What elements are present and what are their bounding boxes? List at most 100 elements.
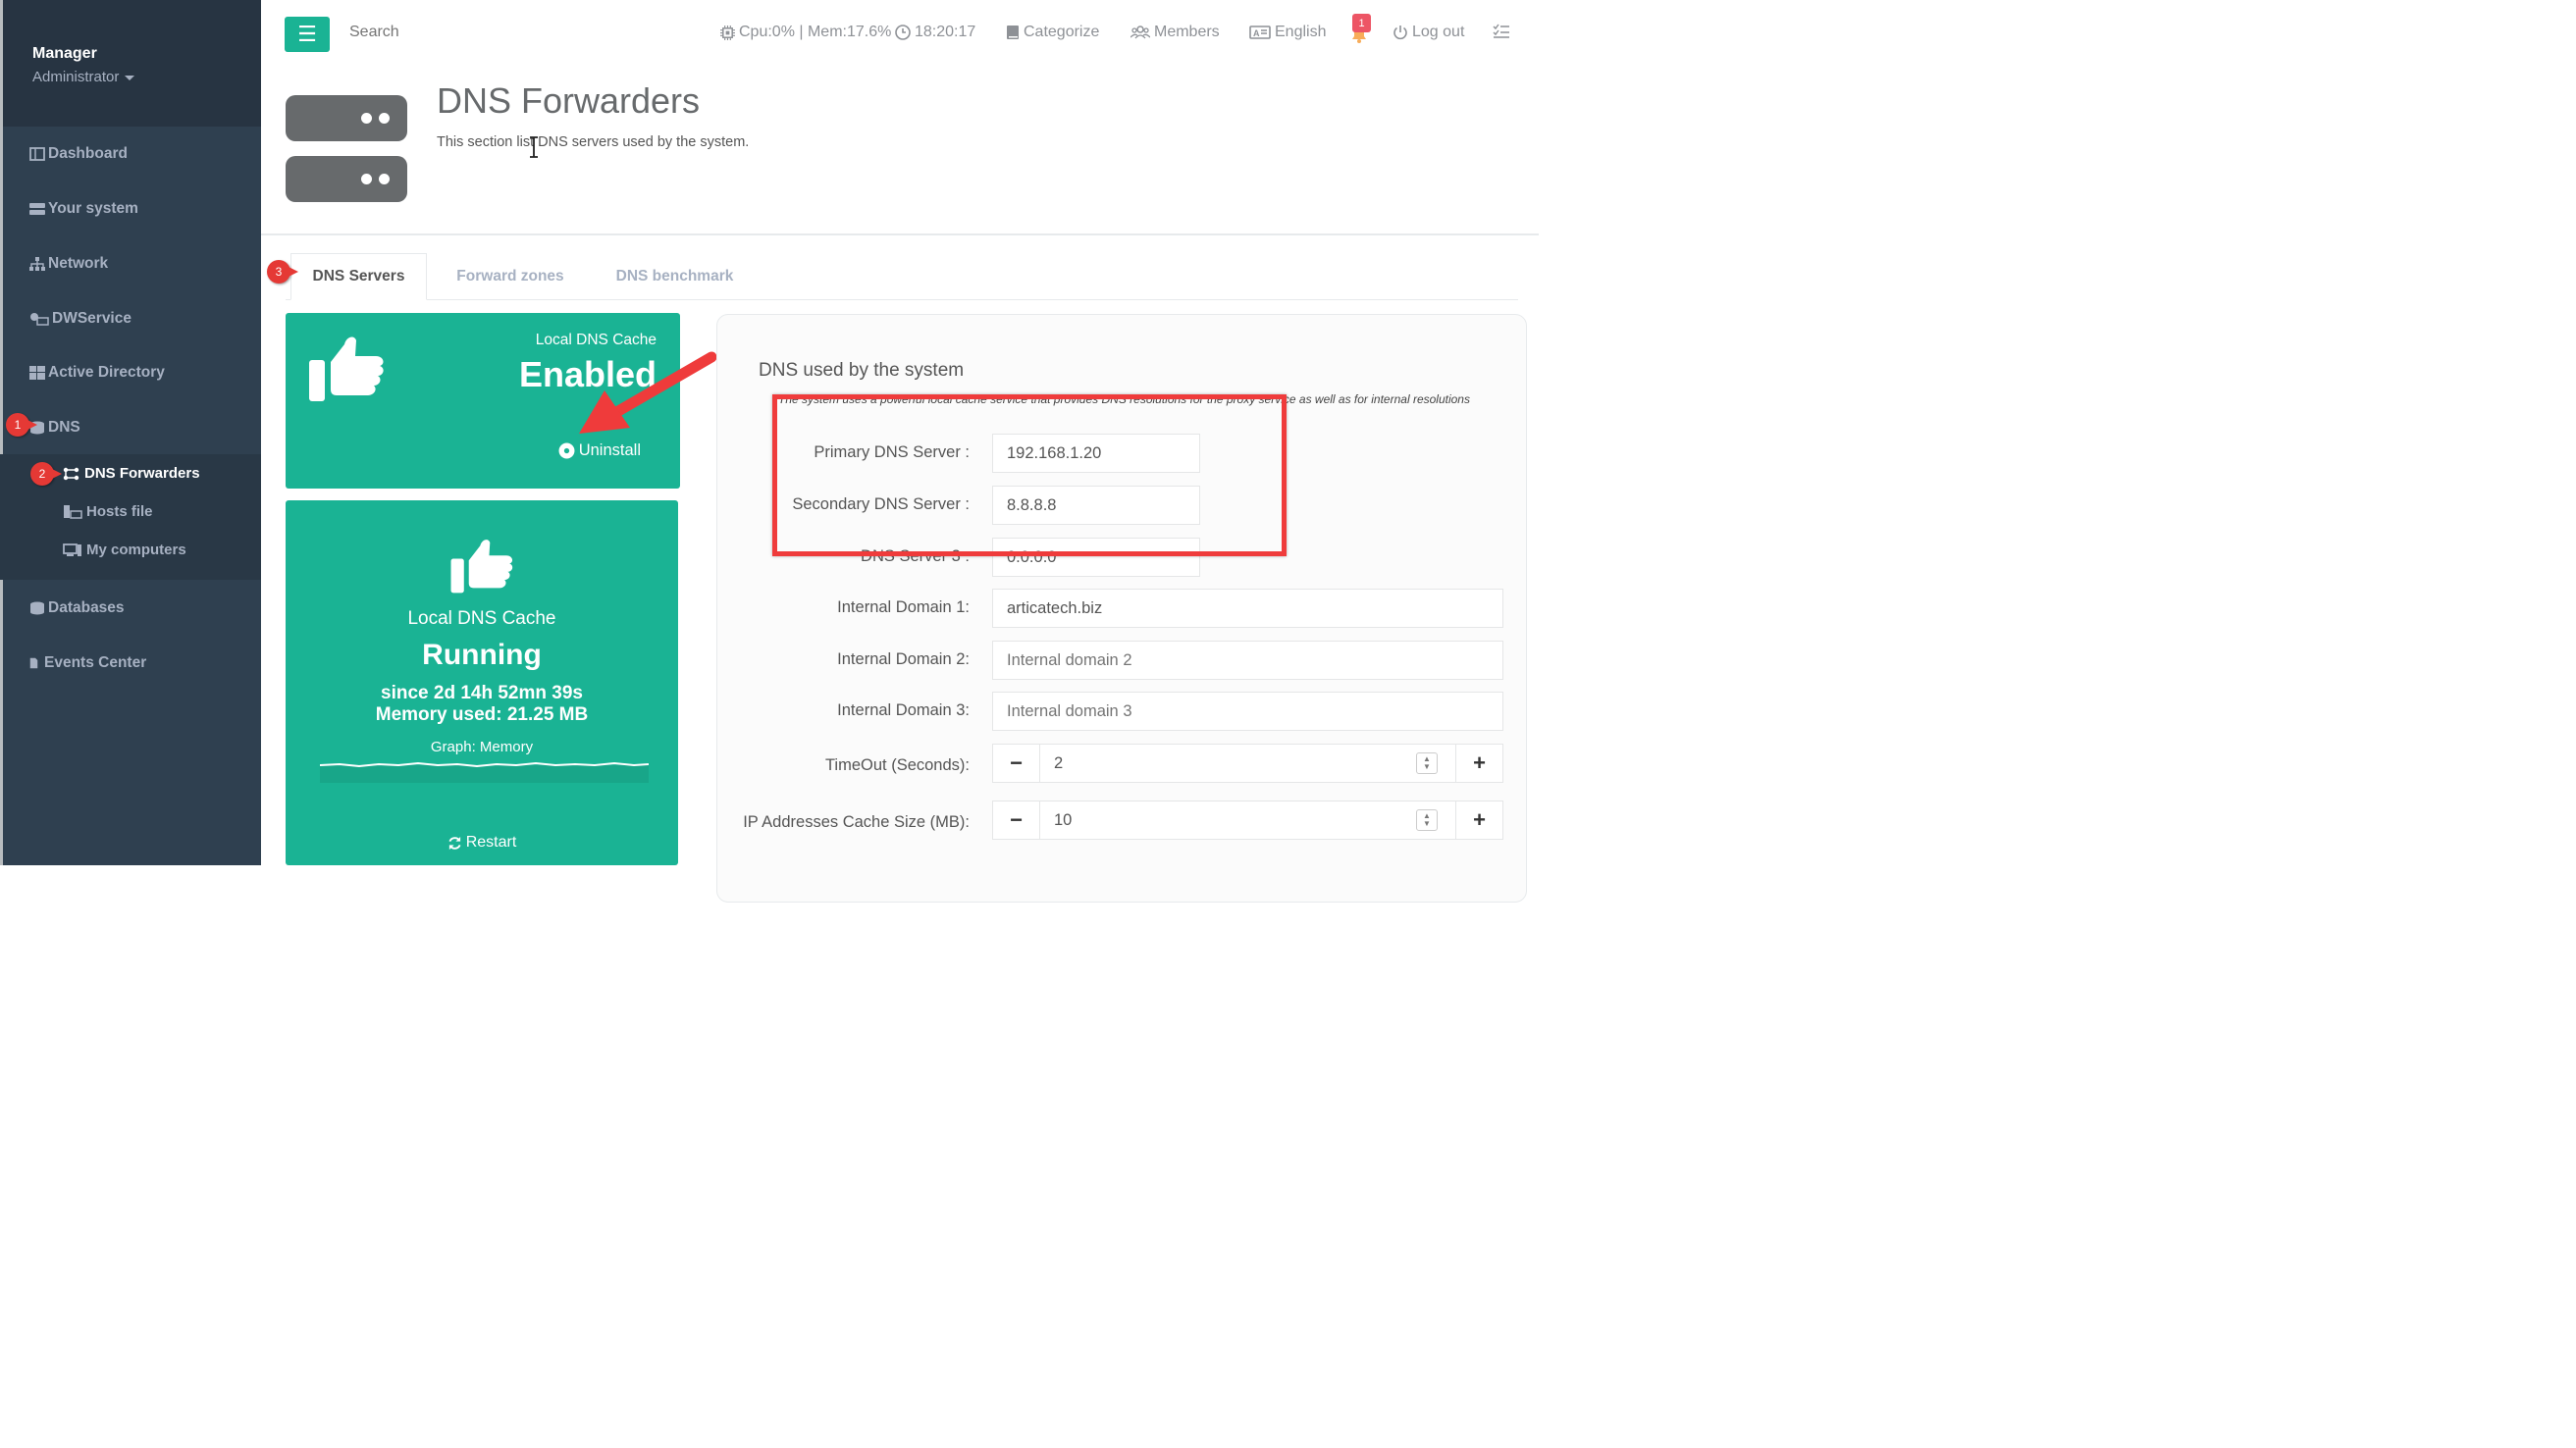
internal-domain-2-label: Internal Domain 2: [837,650,970,668]
tasks-icon [1493,24,1509,38]
internal-domain-3-input[interactable] [992,692,1503,731]
refresh-icon [448,836,461,850]
hosts-icon [64,504,82,519]
network-icon [29,257,45,271]
spinner-icon[interactable]: ▲ ▼ [1416,752,1438,774]
cache-size-decrement-button[interactable]: − [993,802,1040,839]
sidebar-item-databases[interactable]: Databases [29,599,125,617]
system-status: Cpu:0% | Mem:17.6% [720,24,891,41]
language-icon: A [1249,26,1271,39]
thumbs-up-icon [309,336,384,401]
internal-domain-1-label: Internal Domain 1: [837,598,970,616]
text-cursor-icon [530,136,538,158]
disc-icon [558,442,575,459]
power-icon [1393,26,1407,40]
sidebar-item-hosts-file[interactable]: Hosts file [63,503,153,520]
computer-icon [63,543,81,556]
forwarders-icon [63,467,79,480]
dashboard-icon [29,147,45,161]
annotation-badge-1: 1 [6,413,37,437]
clock-icon [895,25,911,40]
profile-name: Manager [32,45,97,62]
members-label: Members [1154,24,1220,40]
language-label: English [1275,24,1327,40]
notification-count-badge: 1 [1352,14,1371,32]
cache-size-label: IP Addresses Cache Size (MB): [743,813,970,831]
internal-domain-3-label: Internal Domain 3: [837,701,970,719]
book-icon [1007,26,1019,39]
search-input[interactable] [349,24,546,41]
categorize-link[interactable]: Categorize [1006,24,1099,41]
sidebar-item-label: DNS [48,419,80,436]
service-uptime: since 2d 14h 52mn 39s [381,683,583,703]
tab-dns-servers[interactable]: DNS Servers [290,253,427,300]
sidebar-item-label: Your system [48,200,138,217]
header-divider [261,233,1539,235]
clock-text: 18:20:17 [915,24,976,40]
caret-down-icon [125,75,135,80]
sidebar-item-label: DWService [52,310,131,327]
dwservice-icon [30,313,49,326]
language-link[interactable]: A English [1249,24,1326,41]
sidebar-item-your-system[interactable]: Your system [29,200,138,218]
timeout-stepper: − 2 ▲ ▼ + [992,744,1503,783]
timeout-increment-button[interactable]: + [1455,745,1502,782]
annotation-arrow-icon [579,351,717,434]
server-icon [29,203,45,215]
tab-forward-zones[interactable]: Forward zones [437,253,584,300]
cpu-mem-text: Cpu:0% | Mem:17.6% [739,24,892,40]
service-status-widget: Local DNS Cache Running since 2d 14h 52m… [286,500,678,865]
sidebar-item-label: My computers [86,542,186,558]
logout-label: Log out [1412,24,1465,40]
tab-dns-benchmark[interactable]: DNS benchmark [599,253,751,300]
internal-domain-2-input[interactable] [992,641,1503,680]
uninstall-label: Uninstall [578,441,641,459]
timeout-decrement-button[interactable]: − [993,745,1040,782]
sidebar-item-active-directory[interactable]: Active Directory [29,364,165,382]
cpu-icon [720,25,735,40]
windows-icon [29,366,45,380]
timeout-value[interactable]: 2 [1040,754,1416,773]
database-icon [30,601,44,615]
sidebar-item-dns-forwarders[interactable]: DNS Forwarders [63,465,200,482]
sidebar-item-label: Active Directory [48,364,165,381]
svg-text:A: A [1253,28,1260,38]
profile-role-label: Administrator [32,69,120,85]
cache-size-increment-button[interactable]: + [1455,802,1502,839]
server-unit-bottom-icon [286,156,407,202]
hamburger-menu-button[interactable]: ☰ [285,17,330,52]
sidebar-item-dwservice[interactable]: DWService [29,310,131,328]
sidebar-item-label: Dashboard [48,145,128,162]
spinner-icon[interactable]: ▲ ▼ [1416,809,1438,831]
file-icon [29,657,38,669]
cache-size-stepper: − 10 ▲ ▼ + [992,801,1503,840]
logout-link[interactable]: Log out [1393,24,1464,41]
cache-size-value[interactable]: 10 [1040,811,1416,830]
sidebar-item-my-computers[interactable]: My computers [63,542,186,558]
profile-block[interactable]: Manager Administrator [3,0,261,127]
annotation-badge-3: 3 [267,260,298,284]
tasks-button[interactable] [1493,24,1510,39]
categorize-label: Categorize [1024,24,1100,40]
page-title: DNS Forwarders [437,80,701,121]
internal-domain-1-input[interactable] [992,589,1503,628]
panel-title: DNS used by the system [759,360,965,381]
sidebar-item-label: DNS Forwarders [84,465,200,482]
service-title: Local DNS Cache [407,608,556,629]
sidebar-item-label: Network [48,255,109,272]
sidebar-item-label: Hosts file [86,503,153,520]
members-link[interactable]: Members [1130,24,1220,41]
restart-button[interactable]: Restart [286,834,678,852]
clock: 18:20:17 [895,24,975,41]
bars-icon: ☰ [297,22,317,46]
page-description: This section list DNS servers used by th… [437,134,750,150]
sidebar-item-dashboard[interactable]: Dashboard [29,145,128,163]
graph-label: Graph: Memory [430,739,534,755]
service-status: Running [422,639,542,671]
sidebar-item-events-center[interactable]: Events Center [29,654,146,672]
sidebar-item-network[interactable]: Network [29,255,108,273]
uninstall-button[interactable]: Uninstall [558,441,641,460]
sidebar-item-label: Events Center [44,654,147,671]
service-memory: Memory used: 21.25 MB [375,704,589,725]
profile-role[interactable]: Administrator [32,69,261,85]
